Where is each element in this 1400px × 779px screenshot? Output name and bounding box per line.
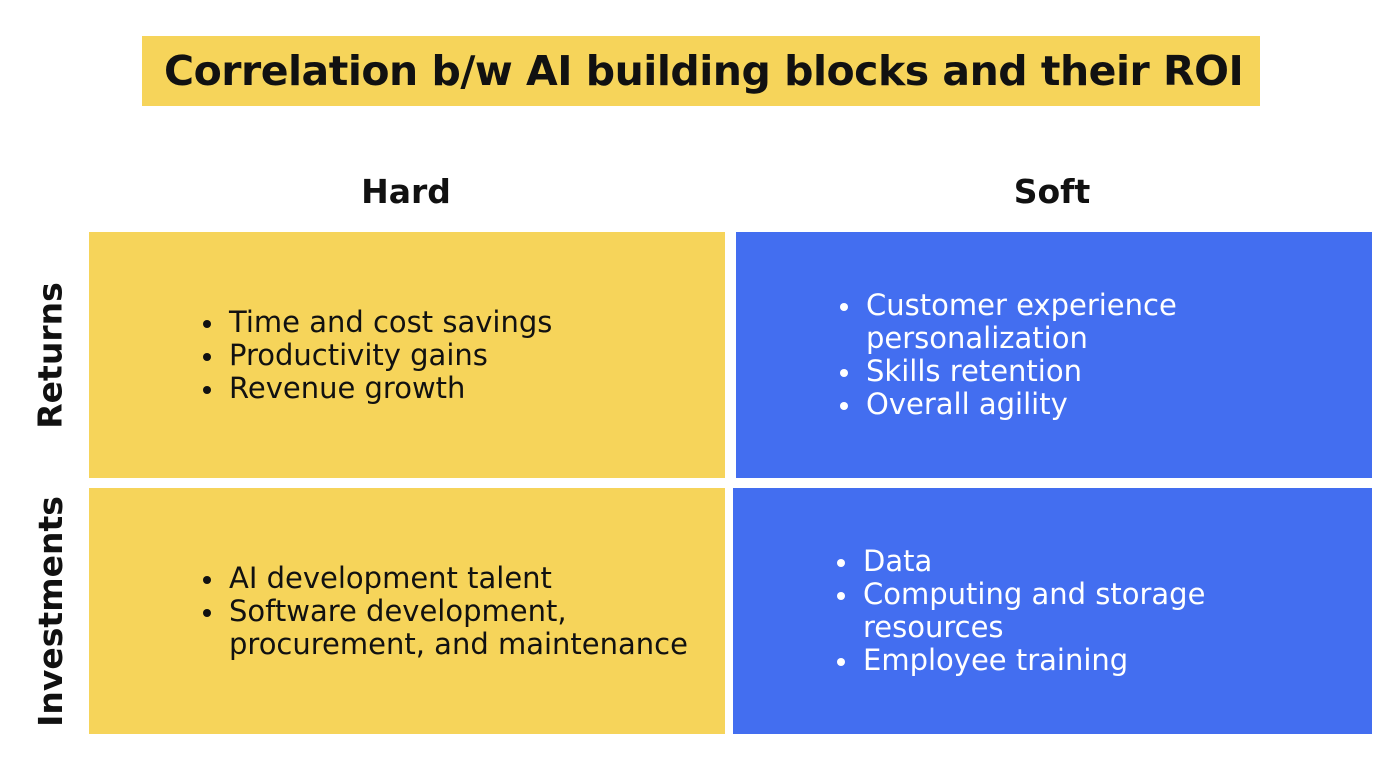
list-item: Software development, procurement, and m… — [201, 594, 701, 661]
row-label-investments: Investments — [30, 495, 70, 727]
row-label-returns: Returns — [30, 281, 70, 429]
cell-investments-hard: AI development talent Software developme… — [89, 488, 725, 734]
column-header-soft: Soft — [1013, 172, 1091, 211]
cell-returns-hard: Time and cost savings Productivity gains… — [89, 232, 725, 478]
list-item: Employee training — [835, 644, 1345, 677]
list-item: Time and cost savings — [201, 305, 701, 339]
row-label-investments-wrap: Investments — [22, 488, 78, 734]
list-item: Revenue growth — [201, 371, 701, 405]
returns-hard-list: Time and cost savings Productivity gains… — [201, 305, 701, 405]
list-item: Skills retention — [838, 355, 1348, 388]
title-banner: Correlation b/w AI building blocks and t… — [142, 36, 1260, 106]
list-item: AI development talent — [201, 561, 701, 595]
column-header-hard: Hard — [361, 172, 451, 211]
list-item: Data — [835, 545, 1345, 578]
roi-matrix-diagram: Correlation b/w AI building blocks and t… — [0, 0, 1400, 779]
investments-hard-list: AI development talent Software developme… — [201, 561, 701, 661]
cell-returns-soft: Customer experience personalization Skil… — [736, 232, 1372, 478]
returns-soft-list: Customer experience personalization Skil… — [838, 289, 1348, 421]
row-label-returns-wrap: Returns — [22, 232, 78, 478]
diagram-title: Correlation b/w AI building blocks and t… — [164, 47, 1244, 95]
list-item: Productivity gains — [201, 338, 701, 372]
list-item: Customer experience personalization — [838, 289, 1348, 355]
cell-investments-soft: Data Computing and storage resources Emp… — [733, 488, 1372, 734]
investments-soft-list: Data Computing and storage resources Emp… — [835, 545, 1345, 677]
list-item: Computing and storage resources — [835, 578, 1345, 644]
list-item: Overall agility — [838, 388, 1348, 421]
